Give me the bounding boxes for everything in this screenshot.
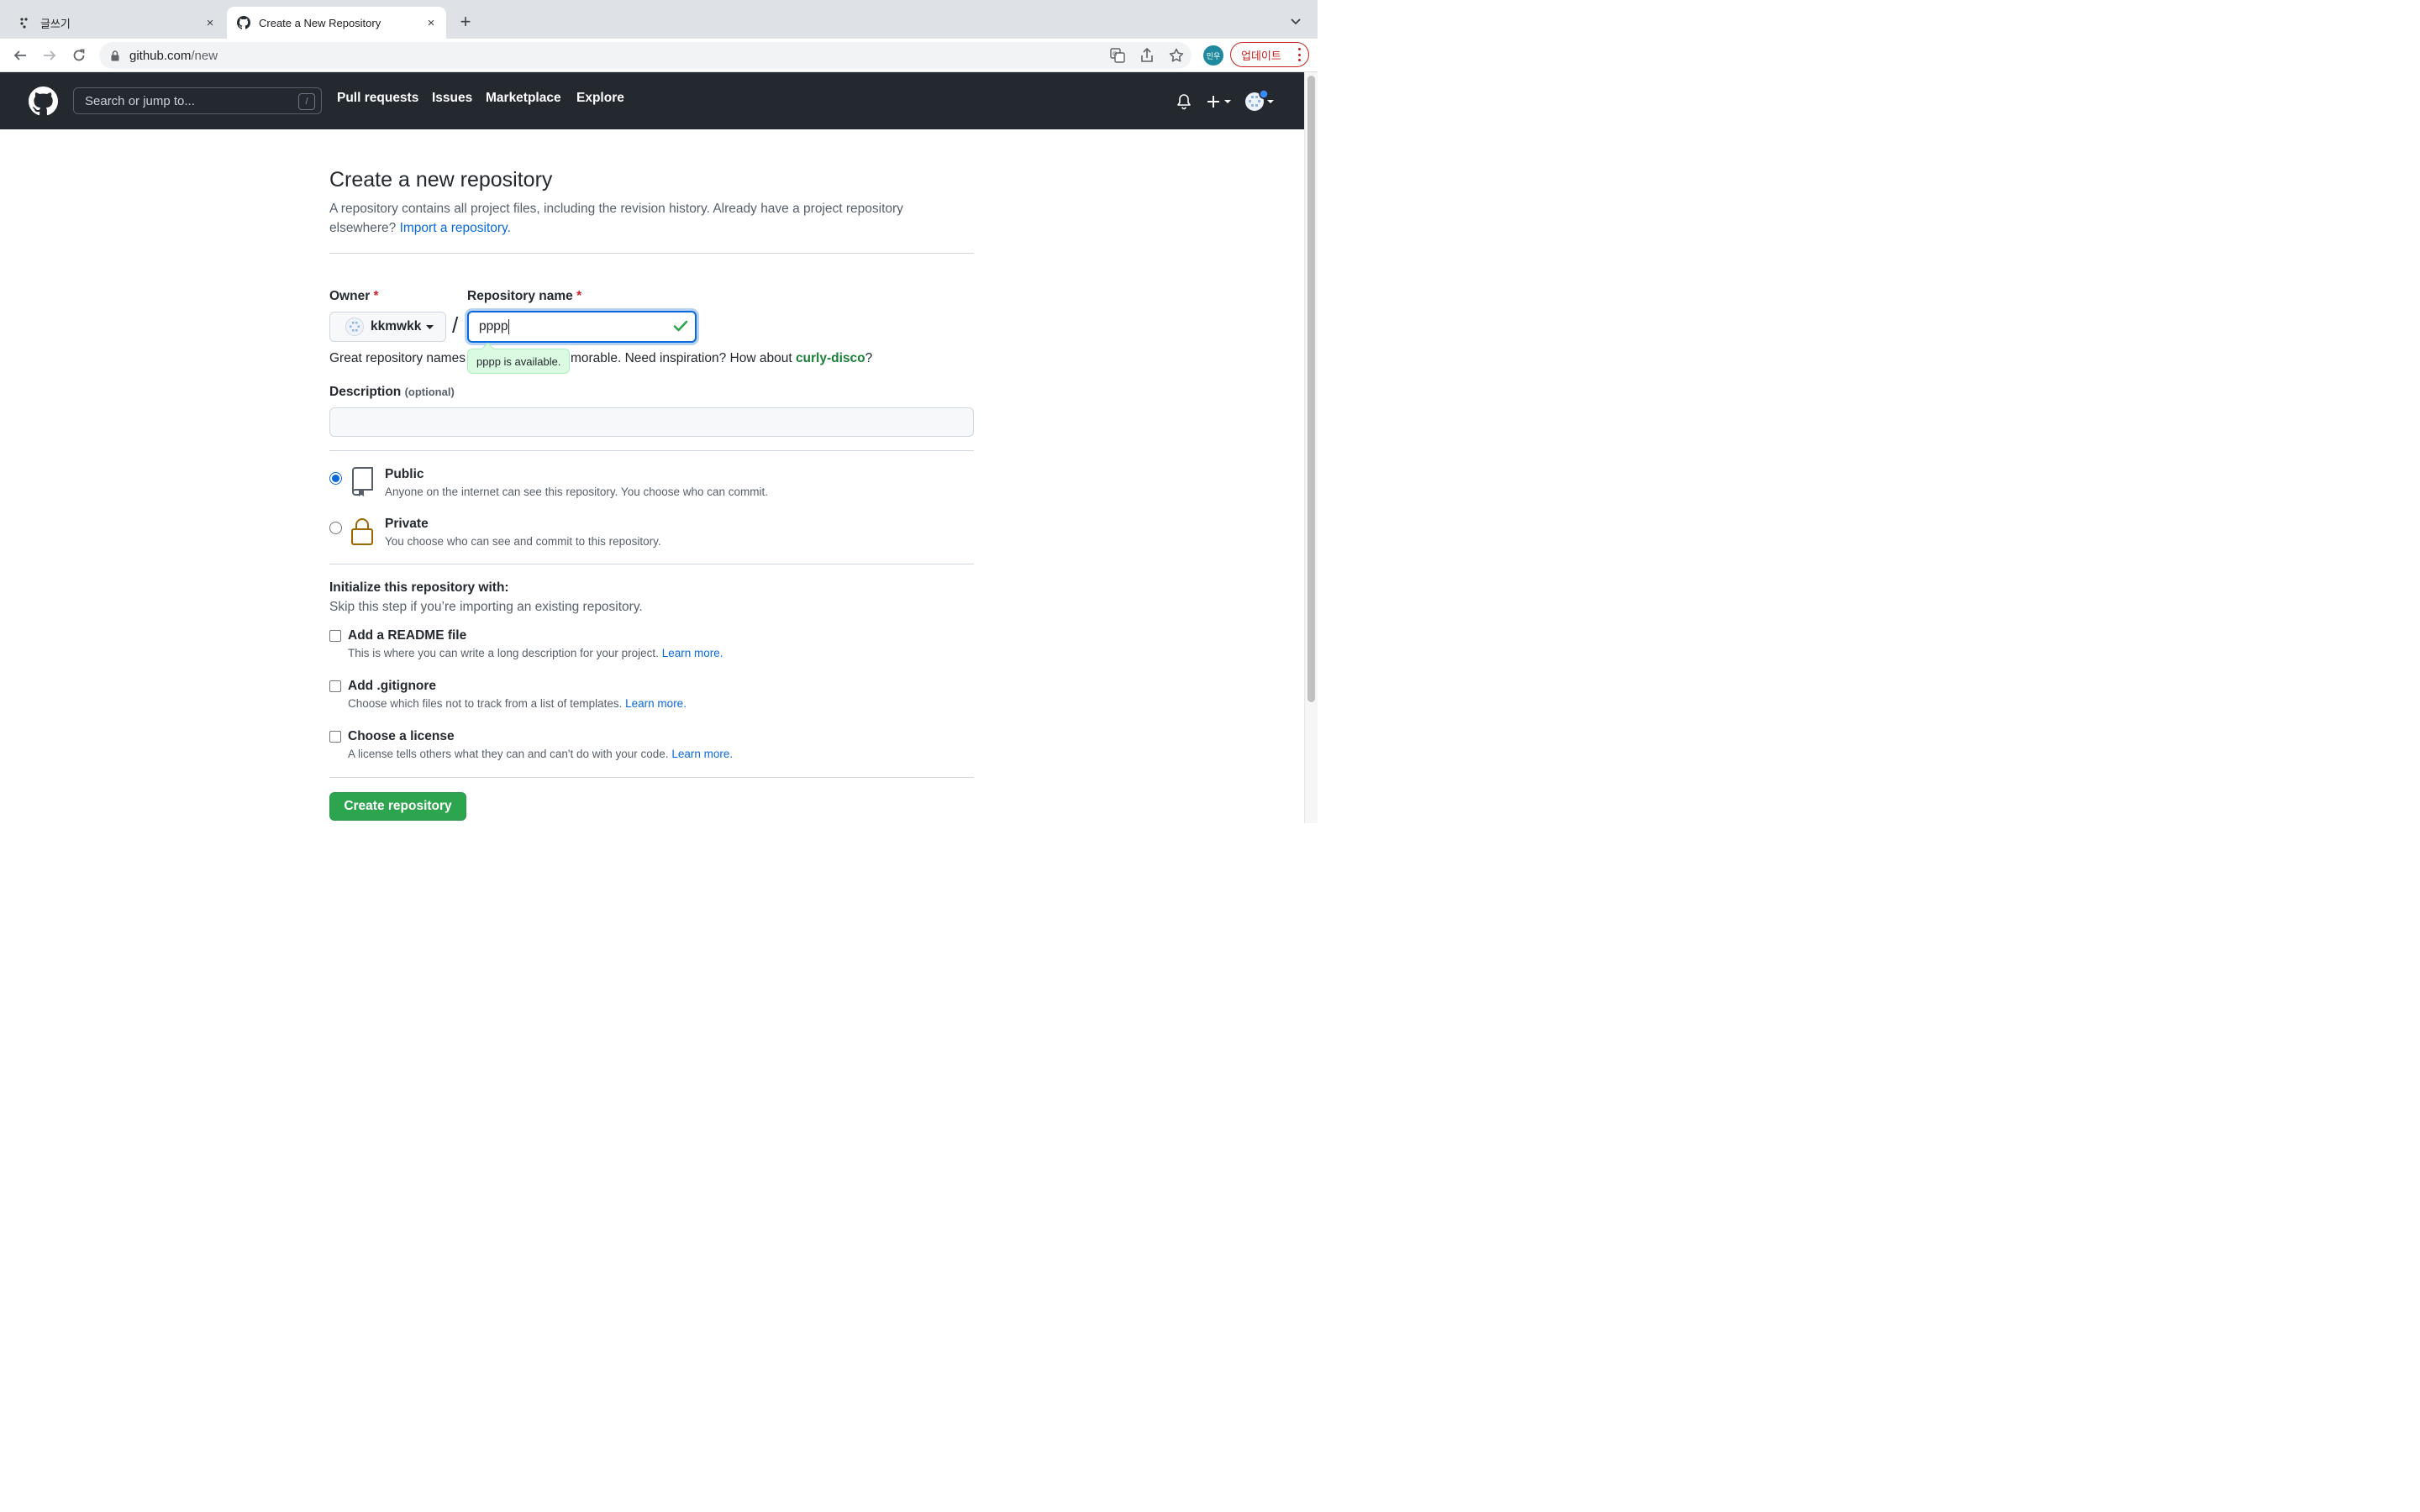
notifications-bell-icon[interactable] — [1175, 92, 1193, 111]
browser-tab-title: 글쓰기 — [40, 17, 71, 30]
repository-name-label: Repository name * — [467, 289, 582, 303]
public-description: Anyone on the internet can see this repo… — [385, 486, 769, 498]
share-icon[interactable] — [1137, 45, 1157, 66]
caret-down-icon — [426, 324, 434, 329]
import-repository-link[interactable]: Import a repository. — [400, 221, 511, 235]
owner-select[interactable]: kkmwkk — [329, 312, 446, 342]
search-input[interactable]: Search or jump to... / — [73, 87, 322, 114]
brunch-favicon-icon — [18, 16, 32, 29]
back-arrow-icon[interactable] — [10, 45, 30, 66]
new-tab-button[interactable]: + — [455, 11, 476, 32]
close-tab-icon[interactable]: × — [202, 14, 218, 31]
public-radio[interactable] — [329, 472, 342, 485]
readme-checkbox[interactable] — [329, 630, 341, 642]
license-description: A license tells others what they can and… — [348, 748, 734, 760]
update-button[interactable]: 업데이트 — [1230, 42, 1309, 67]
owner-value: kkmwkk — [371, 319, 422, 333]
repo-book-icon — [350, 467, 375, 497]
user-avatar-menu[interactable] — [1244, 89, 1277, 113]
divider — [329, 777, 974, 778]
repository-name-help: Great repository names morable. Need insp… — [329, 351, 873, 365]
forward-arrow-icon[interactable] — [39, 45, 60, 66]
reload-icon[interactable] — [69, 45, 89, 66]
github-header: Search or jump to... / Pull requests Iss… — [0, 72, 1304, 129]
license-title: Choose a license — [348, 729, 455, 743]
repository-name-value: pppp — [479, 319, 508, 333]
readme-title: Add a README file — [348, 628, 467, 643]
license-learn-more-link[interactable]: Learn more. — [671, 748, 733, 760]
repository-name-input[interactable]: pppp — [467, 311, 697, 343]
readme-learn-more-link[interactable]: Learn more. — [662, 647, 723, 659]
browser-tab-write[interactable]: 글쓰기 × — [8, 7, 225, 39]
browser-toolbar: github.com/new G 민우 업데이트 — [0, 39, 1318, 72]
availability-tooltip: pppp is available. — [467, 349, 571, 374]
close-tab-icon[interactable]: × — [423, 14, 439, 31]
gitignore-checkbox[interactable] — [329, 680, 341, 692]
divider — [329, 253, 974, 254]
search-placeholder: Search or jump to... — [85, 93, 195, 108]
description-input[interactable] — [329, 407, 974, 437]
bookmark-star-icon[interactable] — [1166, 45, 1186, 66]
more-vert-icon[interactable] — [1297, 48, 1302, 61]
scrollbar-thumb[interactable] — [1307, 76, 1315, 702]
svg-text:G: G — [1113, 51, 1117, 58]
browser-tab-github[interactable]: Create a New Repository × — [227, 7, 446, 39]
page-scrollbar[interactable] — [1304, 72, 1318, 823]
license-checkbox[interactable] — [329, 731, 341, 743]
readme-description: This is where you can write a long descr… — [348, 647, 723, 659]
nav-marketplace[interactable]: Marketplace — [486, 91, 561, 106]
initialize-subtitle: Skip this step if you’re importing an ex… — [329, 600, 643, 614]
github-logo-icon[interactable] — [29, 87, 58, 116]
nav-issues[interactable]: Issues — [432, 91, 472, 106]
nav-explore[interactable]: Explore — [576, 91, 624, 106]
create-new-plus-icon[interactable] — [1205, 92, 1234, 111]
lock-icon[interactable] — [109, 50, 121, 61]
address-bar[interactable]: github.com/new — [99, 42, 1192, 69]
lock-icon — [350, 517, 375, 546]
gitignore-learn-more-link[interactable]: Learn more. — [625, 697, 687, 710]
github-favicon-icon — [237, 16, 250, 29]
url-text: github.com/new — [129, 48, 218, 63]
private-title: Private — [385, 517, 429, 531]
divider — [329, 450, 974, 451]
initialize-title: Initialize this repository with: — [329, 580, 509, 595]
create-repository-button[interactable]: Create repository — [329, 792, 466, 821]
private-radio[interactable] — [329, 522, 342, 534]
gitignore-description: Choose which files not to track from a l… — [348, 697, 687, 710]
suggested-name-link[interactable]: curly-disco — [796, 351, 865, 365]
text-caret — [508, 319, 510, 334]
update-label: 업데이트 — [1241, 49, 1281, 62]
browser-tabstrip: 글쓰기 × Create a New Repository × + — [0, 0, 1318, 39]
owner-avatar-icon — [345, 318, 364, 336]
page-lead: A repository contains all project files,… — [329, 199, 968, 238]
translate-icon[interactable]: G — [1107, 45, 1128, 66]
public-title: Public — [385, 467, 424, 481]
tab-search-chevron-icon[interactable] — [1287, 13, 1304, 30]
private-description: You choose who can see and commit to thi… — [385, 535, 661, 548]
owner-label: Owner * — [329, 289, 379, 303]
profile-avatar[interactable]: 민우 — [1203, 45, 1223, 66]
page-title: Create a new repository — [329, 168, 553, 192]
search-shortcut-key: / — [298, 93, 315, 110]
description-label: Description (optional) — [329, 385, 455, 399]
nav-pull-requests[interactable]: Pull requests — [337, 91, 418, 106]
owner-repo-separator: / — [452, 312, 459, 338]
checkmark-icon — [673, 319, 688, 337]
gitignore-title: Add .gitignore — [348, 679, 437, 693]
browser-tab-title: Create a New Repository — [259, 16, 381, 29]
